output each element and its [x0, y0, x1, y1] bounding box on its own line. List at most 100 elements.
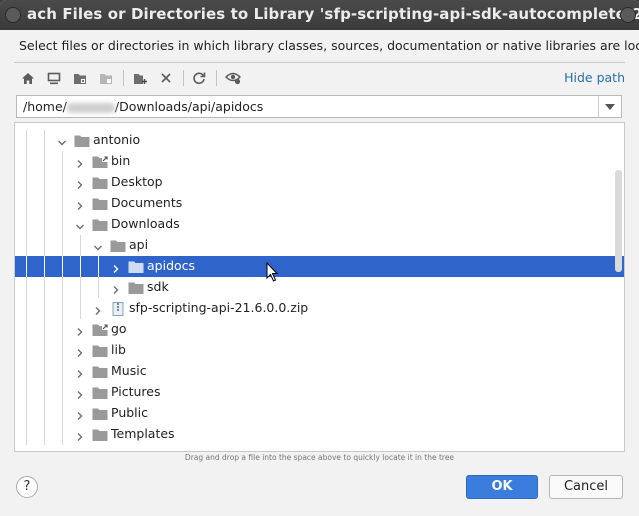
toolbar-separator	[123, 70, 124, 86]
chevron-down-icon[interactable]	[92, 239, 104, 251]
chevron-right-icon[interactable]	[74, 344, 86, 357]
tree-item-label: antonio	[93, 132, 141, 147]
cancel-button[interactable]: Cancel	[549, 475, 623, 499]
project-folder-icon[interactable]	[69, 67, 91, 89]
tree-guide-line	[44, 424, 45, 445]
tree-row[interactable]: Music	[15, 361, 624, 382]
tree-guide-line	[44, 256, 45, 277]
folder-icon	[128, 259, 144, 273]
title-bar[interactable]: ach Files or Directories to Library 'sfp…	[0, 0, 639, 30]
tree-item-label: lib	[111, 342, 126, 357]
drag-drop-hint: Drag and drop a file into the space abov…	[184, 453, 455, 462]
chevron-right-icon[interactable]	[74, 323, 86, 336]
tree-row[interactable]: Documents	[15, 193, 624, 214]
chevron-right-icon[interactable]	[74, 407, 86, 420]
tree-row[interactable]: go	[15, 319, 624, 340]
tree-guide-line	[44, 319, 45, 340]
chevron-right-icon[interactable]	[110, 281, 122, 294]
mouse-cursor-icon	[266, 262, 279, 282]
tree-item-label: Pictures	[111, 384, 161, 399]
path-combobox[interactable]: /home/ /Downloads/api/apidocs	[16, 95, 622, 118]
tree-guide-line	[44, 403, 45, 424]
tree-item-label: Desktop	[111, 174, 163, 189]
tree-row[interactable]: Public	[15, 403, 624, 424]
tree-row[interactable]: antonio	[15, 130, 624, 151]
tree-item-label: Downloads	[111, 216, 180, 231]
home-icon[interactable]	[17, 67, 39, 89]
chevron-right-icon[interactable]	[110, 260, 122, 273]
tree-guide-line	[62, 319, 63, 340]
tree-row[interactable]: Pictures	[15, 382, 624, 403]
chevron-right-icon[interactable]	[74, 386, 86, 399]
tree-guide-line	[26, 256, 27, 277]
linked-folder-icon	[92, 154, 108, 168]
module-folder-icon[interactable]	[95, 67, 117, 89]
window-close-button[interactable]	[620, 7, 636, 23]
tree-row[interactable]: sdk	[15, 277, 624, 298]
tree-guide-line	[62, 361, 63, 382]
hide-path-link[interactable]: Hide path	[564, 70, 625, 85]
folder-icon	[92, 406, 108, 420]
chevron-right-icon[interactable]	[74, 176, 86, 189]
tree-guide-line	[44, 361, 45, 382]
tree-guide-line	[26, 403, 27, 424]
tree-guide-line	[44, 277, 45, 298]
tree-guide-line	[44, 235, 45, 256]
tree-row[interactable]: Desktop	[15, 172, 624, 193]
redacted-username	[66, 102, 115, 113]
desktop-icon[interactable]	[43, 67, 65, 89]
folder-icon	[92, 175, 108, 189]
tree-row[interactable]: bin	[15, 151, 624, 172]
tree-item-label: Documents	[111, 195, 183, 210]
path-field[interactable]: /home/ /Downloads/api/apidocs	[23, 99, 263, 114]
chevron-right-icon[interactable]	[74, 155, 86, 168]
tree-scrollbar[interactable]	[615, 170, 622, 272]
tree-guide-line	[26, 214, 27, 235]
folder-icon	[92, 217, 108, 231]
tree-guide-line	[26, 424, 27, 445]
tree-guide-line	[62, 193, 63, 214]
tree-guide-line	[62, 151, 63, 172]
tree-guide-line	[80, 256, 81, 277]
tree-row[interactable]: lib	[15, 340, 624, 361]
folder-icon	[92, 196, 108, 210]
tree-guide-line	[26, 130, 27, 151]
tree-row[interactable]: sfp-scripting-api-21.6.0.0.zip	[15, 298, 624, 319]
dialog-window: ach Files or Directories to Library 'sfp…	[0, 0, 639, 516]
folder-icon	[92, 427, 108, 441]
divider	[14, 62, 625, 63]
tree-row[interactable]: api	[15, 235, 624, 256]
folder-icon	[92, 343, 108, 357]
tree-row[interactable]: Downloads	[15, 214, 624, 235]
tree-row[interactable]: Templates	[15, 424, 624, 445]
chevron-right-icon[interactable]	[92, 302, 104, 315]
tree-guide-line	[62, 424, 63, 445]
window-title: ach Files or Directories to Library 'sfp…	[27, 5, 639, 23]
tree-row[interactable]: apidocs	[15, 256, 624, 277]
tree-guide-line	[44, 193, 45, 214]
tree-item-label: Templates	[111, 426, 175, 441]
tree-guide-line	[98, 256, 99, 277]
new-folder-icon[interactable]	[129, 67, 151, 89]
folder-icon	[128, 280, 144, 294]
tree-item-label: Public	[111, 405, 148, 420]
tree-guide-line	[44, 214, 45, 235]
delete-icon[interactable]	[155, 67, 177, 89]
tree-guide-line	[62, 382, 63, 403]
dropdown-arrow-icon[interactable]	[598, 96, 621, 117]
refresh-icon[interactable]	[188, 67, 210, 89]
folder-icon	[110, 238, 126, 252]
show-hidden-icon[interactable]	[222, 67, 244, 89]
ok-button[interactable]: OK	[466, 475, 538, 499]
help-button[interactable]: ?	[16, 476, 38, 498]
file-tree[interactable]: antonio bin Desktop Documents Downloads api ap…	[14, 122, 625, 452]
window-menu-button[interactable]	[5, 7, 21, 23]
chevron-down-icon[interactable]	[74, 218, 86, 230]
path-prefix: /home/	[23, 99, 67, 114]
chevron-right-icon[interactable]	[74, 365, 86, 378]
chevron-right-icon[interactable]	[74, 197, 86, 210]
tree-guide-line	[26, 361, 27, 382]
path-suffix: /Downloads/api/apidocs	[114, 99, 264, 114]
chevron-right-icon[interactable]	[74, 428, 86, 441]
chevron-down-icon[interactable]	[56, 134, 68, 146]
